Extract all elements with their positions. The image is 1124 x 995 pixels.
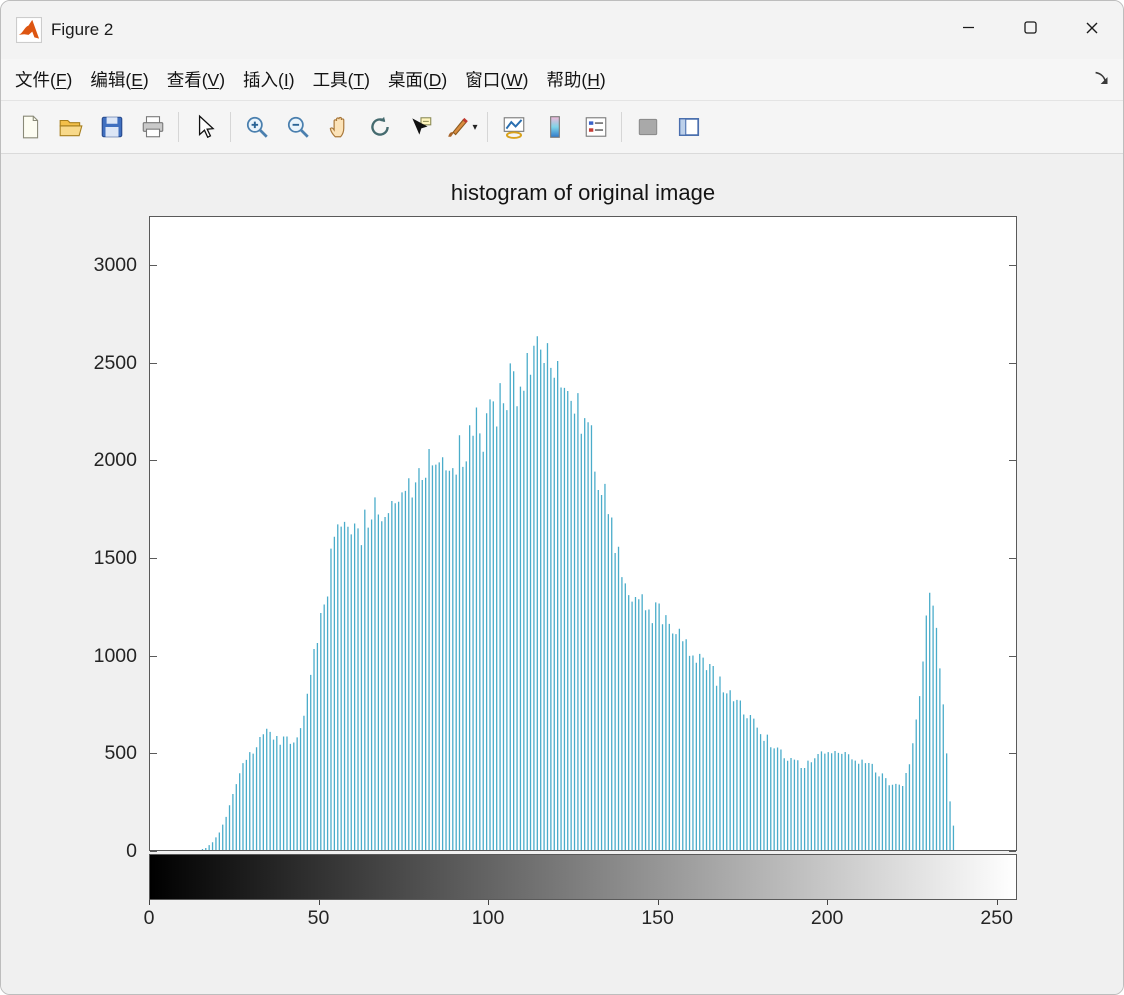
x-tick-mark xyxy=(657,900,659,905)
toolbar-separator xyxy=(230,112,231,142)
menu-edit[interactable]: 编辑(E) xyxy=(81,67,157,92)
data-cursor-icon xyxy=(408,114,434,140)
y-tick-mark xyxy=(150,264,157,266)
x-tick-label: 50 xyxy=(307,907,330,929)
y-tick-mark xyxy=(1009,460,1016,462)
maximize-button[interactable] xyxy=(999,1,1061,59)
link-plot-icon xyxy=(501,114,527,140)
zoom-in-button[interactable] xyxy=(236,107,277,147)
y-tick-label: 2500 xyxy=(93,351,137,374)
y-tick-mark xyxy=(150,362,157,364)
y-tick-mark xyxy=(1009,655,1016,657)
brush-button[interactable]: ▾ xyxy=(441,107,482,147)
edit-cursor-icon xyxy=(192,114,218,140)
title-bar: Figure 2 xyxy=(1,1,1123,59)
toolbar-separator xyxy=(178,112,179,142)
pan-icon xyxy=(326,114,352,140)
link-plot-button[interactable] xyxy=(493,107,534,147)
figure-canvas: histogram of original image 0 500 1000 1500… xyxy=(1,154,1123,994)
window-controls xyxy=(937,1,1123,59)
insert-legend-button[interactable] xyxy=(575,107,616,147)
y-tick-mark xyxy=(150,557,157,559)
open-folder-icon xyxy=(58,114,84,140)
y-tick-label: 1000 xyxy=(93,644,137,667)
menu-items: 文件(F) 编辑(E) 查看(V) 插入(I) 工具(T) 桌面(D) 窗口(W) 帮助(H) xyxy=(6,67,615,92)
minimize-icon xyxy=(962,21,975,39)
x-tick-label: 0 xyxy=(143,907,155,929)
x-tick-mark xyxy=(996,900,998,905)
menu-desktop[interactable]: 桌面(D) xyxy=(379,67,456,92)
x-tick-label: 250 xyxy=(980,907,1013,929)
histogram-stems xyxy=(201,336,955,850)
y-tick-mark xyxy=(150,460,157,462)
insert-legend-icon xyxy=(583,114,609,140)
y-tick-label: 500 xyxy=(104,742,137,765)
x-tick-mark xyxy=(827,900,829,905)
pan-button[interactable] xyxy=(318,107,359,147)
menu-bar: 文件(F) 编辑(E) 查看(V) 插入(I) 工具(T) 桌面(D) 窗口(W) 帮助(H) xyxy=(1,59,1123,101)
y-tick-mark xyxy=(150,753,157,755)
show-plot-tools-button[interactable] xyxy=(668,107,709,147)
figure-window: Figure 2 文件(F) 编辑(E) 查看(V) 插入(I) 工具(T) 桌面(D) 窗… xyxy=(0,0,1124,995)
x-tick-mark xyxy=(149,900,150,905)
hide-plot-tools-icon xyxy=(635,114,661,140)
figure-toolbar: ▾ xyxy=(1,101,1123,154)
data-cursor-button[interactable] xyxy=(400,107,441,147)
show-plot-tools-icon xyxy=(676,114,702,140)
x-tick-mark xyxy=(318,900,320,905)
maximize-icon xyxy=(1023,21,1037,39)
insert-colorbar-icon xyxy=(542,114,568,140)
y-tick-label: 0 xyxy=(126,840,137,862)
y-tick-mark xyxy=(1009,362,1016,364)
y-tick-mark xyxy=(1009,264,1016,266)
y-tick-mark xyxy=(1009,753,1016,755)
hide-plot-tools-button[interactable] xyxy=(627,107,668,147)
print-figure-button[interactable] xyxy=(132,107,173,147)
x-tick-label: 200 xyxy=(810,907,844,929)
zoom-out-icon xyxy=(285,114,311,140)
x-tick-label: 150 xyxy=(641,907,674,929)
y-tick-label: 1500 xyxy=(93,546,137,569)
save-icon xyxy=(99,114,125,140)
insert-colorbar-button[interactable] xyxy=(534,107,575,147)
zoom-in-icon xyxy=(244,114,270,140)
close-icon xyxy=(1085,21,1099,40)
y-tick-mark xyxy=(1009,557,1016,559)
menu-window[interactable]: 窗口(W) xyxy=(456,67,537,92)
toolbar-separator xyxy=(621,112,622,142)
menu-file[interactable]: 文件(F) xyxy=(6,67,81,92)
menu-help[interactable]: 帮助(H) xyxy=(537,67,614,92)
y-tick-mark xyxy=(1009,851,1016,852)
close-button[interactable] xyxy=(1061,1,1123,59)
window-title: Figure 2 xyxy=(51,20,114,39)
y-tick-label: 2000 xyxy=(93,449,137,472)
edit-plot-button[interactable] xyxy=(184,107,225,147)
axes-box xyxy=(149,216,1017,851)
minimize-button[interactable] xyxy=(937,1,999,59)
print-icon xyxy=(140,114,166,140)
open-file-button[interactable] xyxy=(50,107,91,147)
brush-dropdown-caret-icon[interactable]: ▾ xyxy=(472,122,477,133)
menu-tools[interactable]: 工具(T) xyxy=(304,67,379,92)
menu-view[interactable]: 查看(V) xyxy=(158,67,234,92)
rotate-3d-button[interactable] xyxy=(359,107,400,147)
y-tick-mark xyxy=(150,655,157,657)
dock-figure-icon[interactable] xyxy=(1091,68,1113,90)
rotate-3d-icon xyxy=(367,114,393,140)
save-figure-button[interactable] xyxy=(91,107,132,147)
x-tick-label: 100 xyxy=(471,907,505,929)
menu-insert[interactable]: 插入(I) xyxy=(234,67,304,92)
zoom-out-button[interactable] xyxy=(277,107,318,147)
matlab-figure-icon xyxy=(16,17,42,43)
x-tick-mark xyxy=(488,900,490,905)
new-figure-button[interactable] xyxy=(9,107,50,147)
y-tick-label: 3000 xyxy=(93,253,137,276)
y-tick-mark xyxy=(150,851,157,852)
chart-title: histogram of original image xyxy=(450,180,716,205)
toolbar-separator xyxy=(487,112,488,142)
new-document-icon xyxy=(17,114,43,140)
brush-icon xyxy=(445,114,471,140)
intensity-colorbar xyxy=(149,854,1017,900)
